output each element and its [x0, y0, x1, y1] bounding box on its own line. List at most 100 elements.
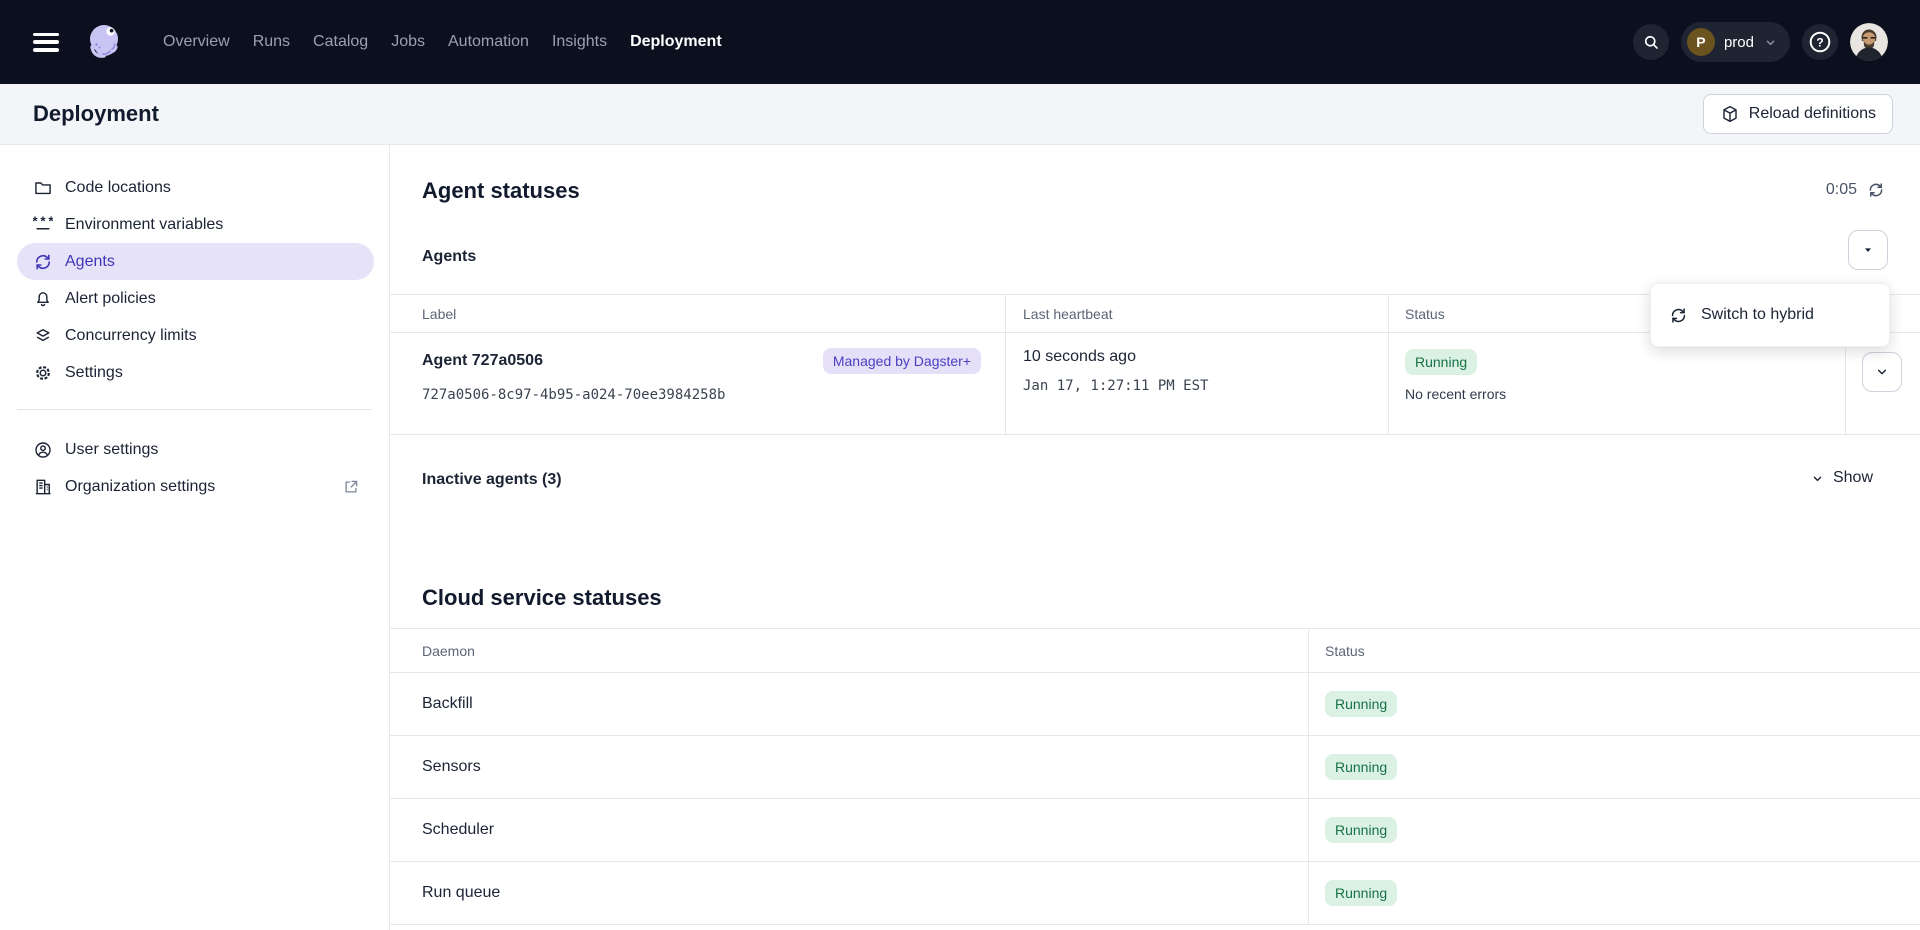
- daemon-row-sensors: Sensors Running: [390, 736, 1920, 799]
- user-icon: [33, 440, 53, 460]
- sidebar-item-label: Settings: [65, 364, 123, 382]
- cloud-table-header: Daemon Status: [390, 628, 1920, 673]
- column-header-label: Label: [390, 295, 1005, 332]
- nav-link-insights[interactable]: Insights: [552, 33, 607, 51]
- menu-item-switch-to-hybrid[interactable]: Switch to hybrid: [1651, 284, 1889, 346]
- codebase-cube-icon: [1720, 104, 1740, 124]
- page-header: Deployment Reload definitions: [0, 84, 1920, 145]
- daemon-name: Run queue: [390, 884, 1308, 902]
- help-icon: ?: [1807, 29, 1833, 55]
- menu-item-label: Switch to hybrid: [1701, 306, 1814, 324]
- sidebar-divider: [17, 409, 372, 410]
- sidebar-item-label: Concurrency limits: [65, 327, 197, 345]
- agent-status-badge: Running: [1405, 349, 1477, 375]
- nav-link-jobs[interactable]: Jobs: [391, 33, 425, 51]
- nav-link-automation[interactable]: Automation: [448, 33, 529, 51]
- nav-link-overview[interactable]: Overview: [163, 33, 230, 51]
- help-button[interactable]: ?: [1802, 24, 1838, 60]
- sidebar-item-alert-policies[interactable]: Alert policies: [17, 280, 374, 317]
- user-avatar-photo: [1850, 23, 1888, 61]
- cloud-service-statuses-title: Cloud service statuses: [422, 585, 662, 611]
- agent-row-menu-button[interactable]: [1862, 352, 1902, 392]
- sidebar-item-label: User settings: [65, 441, 158, 459]
- env-vars-icon: ***: [33, 215, 53, 235]
- sidebar-item-label: Alert policies: [65, 290, 156, 308]
- agent-row: Agent 727a0506 Managed by Dagster+ 727a0…: [390, 333, 1920, 435]
- chevron-down-icon: [1810, 471, 1825, 486]
- primary-nav: Overview Runs Catalog Jobs Automation In…: [163, 33, 722, 51]
- bell-icon: [33, 289, 53, 309]
- daemon-row-run-queue: Run queue Running: [390, 862, 1920, 925]
- svg-text:?: ?: [1816, 36, 1823, 50]
- sidebar-item-settings[interactable]: Settings: [17, 354, 374, 391]
- daemon-name: Scheduler: [390, 821, 1308, 839]
- agents-actions-menu-button[interactable]: [1848, 230, 1888, 270]
- deployment-switcher[interactable]: P prod: [1681, 22, 1790, 62]
- main-content: Agent statuses 0:05 Agents Label Last he…: [390, 145, 1920, 930]
- caret-down-icon: [1860, 242, 1876, 258]
- chevron-down-icon: [1874, 364, 1890, 380]
- sidebar-item-agents[interactable]: Agents: [17, 243, 374, 280]
- heartbeat-relative: 10 seconds ago: [1023, 348, 1388, 366]
- chevron-down-icon: [1763, 35, 1778, 50]
- daemon-status-badge: Running: [1325, 754, 1397, 780]
- layers-icon: [33, 326, 53, 346]
- deployment-sidebar: Code locations *** Environment variables…: [0, 145, 390, 930]
- show-label: Show: [1833, 469, 1873, 487]
- agent-icon: [1669, 306, 1688, 325]
- agent-icon: [33, 252, 53, 272]
- nav-link-runs[interactable]: Runs: [253, 33, 290, 51]
- daemon-status-badge: Running: [1325, 691, 1397, 717]
- sidebar-item-label: Environment variables: [65, 216, 223, 234]
- agent-name: Agent 727a0506: [422, 352, 543, 370]
- column-header-heartbeat: Last heartbeat: [1005, 295, 1388, 332]
- gear-icon: [33, 363, 53, 383]
- user-avatar[interactable]: [1850, 23, 1888, 61]
- sidebar-item-organization-settings[interactable]: Organization settings: [17, 468, 374, 505]
- heartbeat-absolute: Jan 17, 1:27:11 PM EST: [1023, 378, 1388, 394]
- agent-id: 727a0506-8c97-4b95-a024-70ee3984258b: [422, 387, 1005, 403]
- external-link-icon: [342, 478, 360, 496]
- sidebar-item-label: Organization settings: [65, 478, 215, 496]
- reload-definitions-button[interactable]: Reload definitions: [1703, 94, 1893, 134]
- sidebar-item-label: Agents: [65, 253, 115, 271]
- daemon-name: Backfill: [390, 695, 1308, 713]
- sidebar-item-code-locations[interactable]: Code locations: [17, 169, 374, 206]
- top-navbar: Overview Runs Catalog Jobs Automation In…: [0, 0, 1920, 84]
- deployment-initial-badge: P: [1687, 28, 1715, 56]
- dagster-logo-icon[interactable]: [83, 20, 127, 64]
- nav-link-deployment[interactable]: Deployment: [630, 33, 722, 51]
- agent-statuses-title: Agent statuses: [422, 178, 580, 204]
- sidebar-item-environment-variables[interactable]: *** Environment variables: [17, 206, 374, 243]
- sidebar-item-label: Code locations: [65, 179, 171, 197]
- deployment-name: prod: [1724, 34, 1754, 51]
- show-inactive-toggle[interactable]: Show: [1810, 469, 1873, 487]
- column-header-status: Status: [1308, 629, 1920, 672]
- cloud-services-table: Daemon Status Backfill Running Sensors R…: [390, 628, 1920, 925]
- folder-icon: [33, 178, 53, 198]
- column-header-daemon: Daemon: [390, 643, 1308, 659]
- navbar-right-cluster: P prod ?: [1633, 0, 1888, 84]
- daemon-status-badge: Running: [1325, 880, 1397, 906]
- reload-definitions-label: Reload definitions: [1749, 105, 1876, 123]
- search-icon: [1642, 33, 1660, 51]
- daemon-row-backfill: Backfill Running: [390, 673, 1920, 736]
- managed-badge: Managed by Dagster+: [823, 348, 981, 374]
- daemon-name: Sensors: [390, 758, 1308, 776]
- daemon-status-badge: Running: [1325, 817, 1397, 843]
- inactive-agents-heading: Inactive agents (3): [422, 471, 562, 489]
- agent-status-note: No recent errors: [1405, 386, 1845, 402]
- dagster-deployment-page: Overview Runs Catalog Jobs Automation In…: [0, 0, 1920, 930]
- refresh-timer: 0:05: [1826, 181, 1885, 199]
- refresh-icon[interactable]: [1867, 181, 1885, 199]
- agents-actions-dropdown: Switch to hybrid: [1650, 283, 1890, 347]
- sidebar-item-concurrency-limits[interactable]: Concurrency limits: [17, 317, 374, 354]
- building-icon: [33, 477, 53, 497]
- agents-subheading: Agents: [422, 248, 476, 266]
- sidebar-item-user-settings[interactable]: User settings: [17, 431, 374, 468]
- nav-link-catalog[interactable]: Catalog: [313, 33, 368, 51]
- search-button[interactable]: [1633, 24, 1669, 60]
- refresh-countdown: 0:05: [1826, 181, 1857, 199]
- hamburger-menu-icon[interactable]: [33, 33, 59, 52]
- daemon-row-scheduler: Scheduler Running: [390, 799, 1920, 862]
